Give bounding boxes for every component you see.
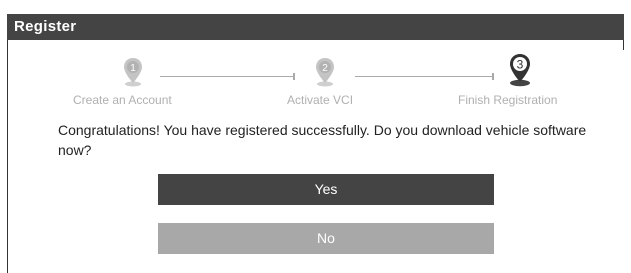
- step-connector-1: [160, 76, 294, 77]
- step-3-pin-icon: 3: [508, 52, 530, 87]
- step-3-label: Finish Registration: [458, 93, 558, 107]
- yes-button[interactable]: Yes: [158, 174, 494, 205]
- step-connector-end-1: [293, 73, 295, 80]
- step-connector-2: [355, 76, 493, 77]
- success-message: Congratulations! You have registered suc…: [58, 122, 587, 158]
- step-1-number: 1: [130, 63, 136, 74]
- step-connector-end-2: [492, 73, 494, 80]
- step-3-number: 3: [517, 58, 524, 72]
- step-1-label: Create an Account: [73, 93, 172, 107]
- step-2-label: Activate VCI: [287, 93, 354, 107]
- dialog-left-border: [7, 40, 8, 273]
- dialog-right-border: [623, 40, 624, 50]
- step-1-pin-icon: 1: [122, 56, 144, 88]
- step-2-number: 2: [322, 63, 328, 74]
- step-2-pin-icon: 2: [314, 56, 336, 88]
- dialog-title: Register: [7, 14, 624, 40]
- no-button[interactable]: No: [158, 223, 494, 254]
- register-dialog: Register 1 Create an Account 2 Activate …: [0, 0, 631, 273]
